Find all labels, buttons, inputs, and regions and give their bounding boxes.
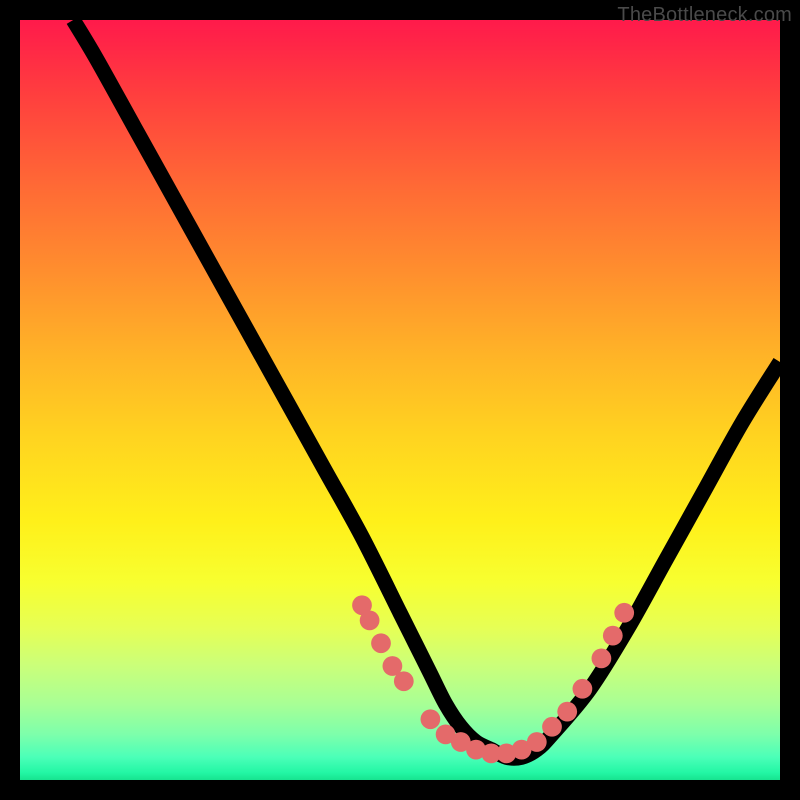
watermark-text: TheBottleneck.com [617,4,792,27]
curve-marker [421,709,441,729]
plot-area [20,20,780,780]
curve-marker [614,603,634,623]
curve-marker [573,679,593,699]
curve-marker [557,702,577,722]
curve-marker [592,649,612,669]
curve-marker [371,633,391,653]
curve-marker [603,626,623,646]
curve-marker [360,611,380,631]
curve-marker [394,671,414,691]
curve-marker [527,732,547,752]
curve-layer [20,20,780,780]
curve-marker [542,717,562,737]
chart-stage: TheBottleneck.com [0,0,800,800]
bottleneck-curve [73,20,780,758]
